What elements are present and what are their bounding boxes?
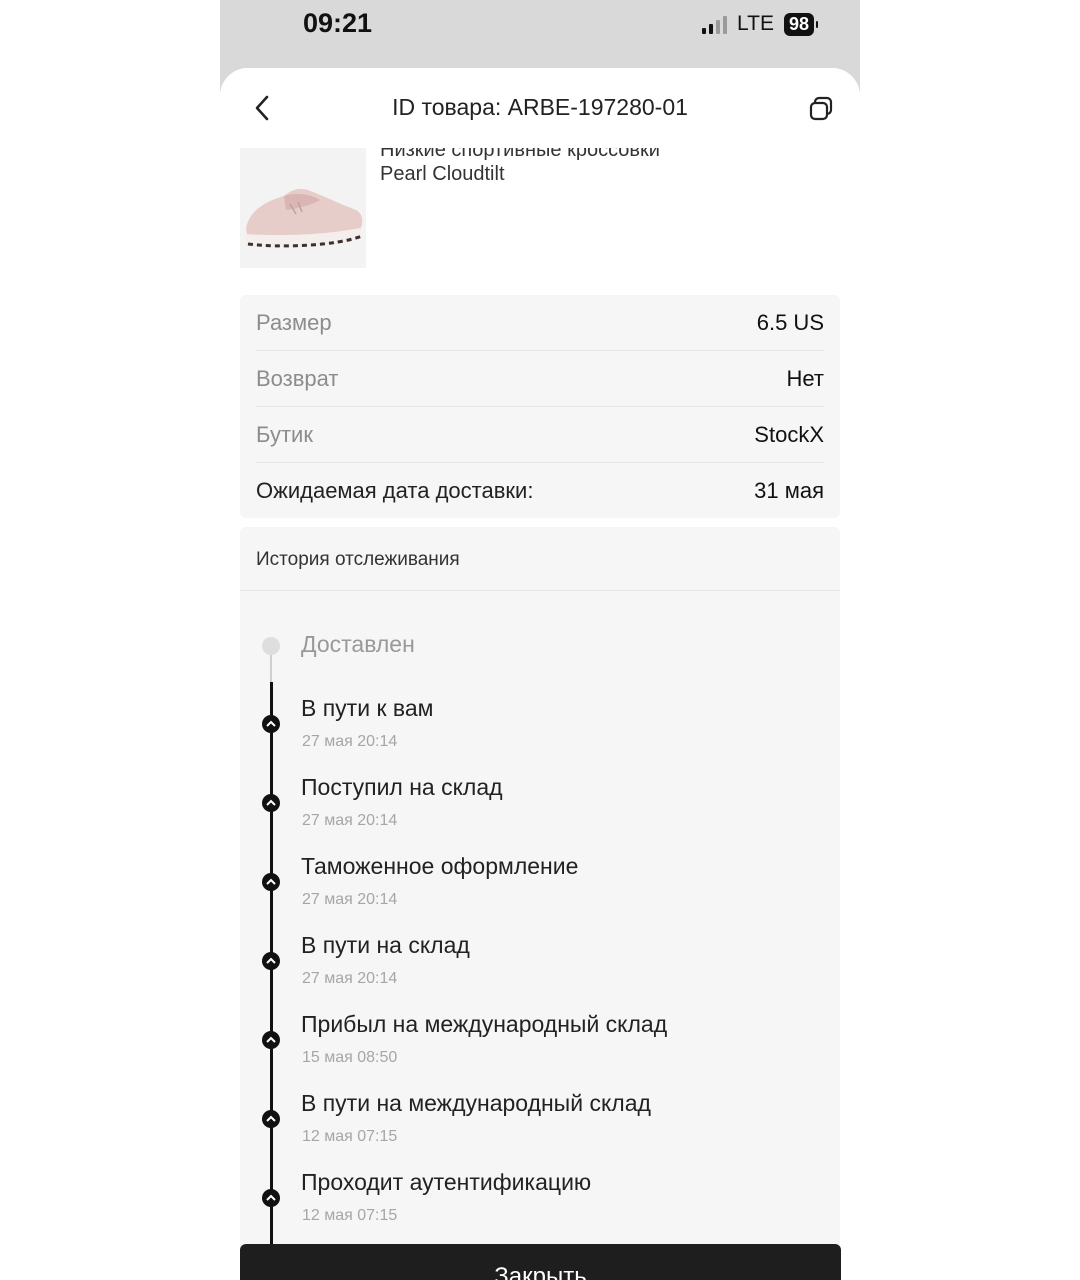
- timeline-step-title: Таможенное оформление: [301, 853, 579, 879]
- detail-label: Бутик: [256, 421, 313, 447]
- product-image: [240, 148, 366, 268]
- status-time: 09:21: [303, 8, 373, 38]
- network-label: LTE: [737, 12, 774, 35]
- step-check-icon: [262, 794, 280, 812]
- timeline-step-title: Проходит аутентификацию: [301, 1169, 592, 1195]
- timeline-step-title: Прибыл на международный склад: [301, 1011, 668, 1037]
- detail-value: Нет: [786, 365, 824, 391]
- phone-screen: 09:21 LTE 98 ID товара: ARBE-197280-01 Н…: [220, 0, 860, 1280]
- timeline-step-date: 15 мая 08:50: [302, 1049, 398, 1066]
- timeline-step-title: Доставлен: [301, 631, 415, 657]
- step-check-icon: [262, 1189, 280, 1207]
- copy-icon[interactable]: [808, 96, 834, 122]
- detail-row-size: Размер 6.5 US: [256, 295, 824, 351]
- timeline-step-title: В пути к вам: [301, 695, 434, 721]
- status-indicators: LTE 98: [702, 10, 819, 38]
- timeline-step-title: В пути на склад: [301, 932, 470, 958]
- timeline-step-date: 12 мая 07:15: [302, 1207, 398, 1224]
- timeline-step-date: 27 мая 20:14: [302, 970, 398, 987]
- step-check-icon: [262, 715, 280, 733]
- detail-value: StockX: [754, 421, 824, 447]
- product-id-title: ID товара: ARBE-197280-01: [392, 94, 688, 120]
- detail-label: Возврат: [256, 365, 339, 391]
- close-button[interactable]: Закрыть: [240, 1244, 841, 1280]
- step-check-icon: [262, 873, 280, 891]
- timeline-step-date: 27 мая 20:14: [302, 891, 398, 908]
- timeline-step-date: 27 мая 20:14: [302, 733, 398, 750]
- step-check-icon: [262, 1031, 280, 1049]
- detail-row-return: Возврат Нет: [256, 351, 824, 407]
- detail-row-delivery-date: Ожидаемая дата доставки: 31 мая: [256, 463, 824, 518]
- timeline-step-date: 12 мая 07:15: [302, 1128, 398, 1145]
- battery-icon: 98: [783, 12, 819, 36]
- timeline-step-title: Поступил на склад: [301, 774, 503, 800]
- detail-label: Размер: [256, 309, 332, 335]
- timeline-step-date: 27 мая 20:14: [302, 812, 398, 829]
- pending-step-dot: [262, 637, 280, 655]
- order-details: Размер 6.5 US Возврат Нет Бутик StockX О…: [240, 295, 840, 518]
- detail-value: 31 мая: [754, 477, 824, 503]
- tracking-history: История отслеживания Доставлен В пути к …: [240, 527, 840, 1280]
- tracking-title: История отслеживания: [240, 527, 840, 591]
- sneaker-image: [246, 188, 363, 248]
- sheet-header: ID товара: ARBE-197280-01: [220, 68, 860, 148]
- signal-icon: [702, 14, 727, 34]
- step-check-icon: [262, 1110, 280, 1128]
- detail-value: 6.5 US: [756, 309, 824, 335]
- step-check-icon: [262, 952, 280, 970]
- timeline-pending-line: [270, 650, 272, 684]
- detail-row-boutique: Бутик StockX: [256, 407, 824, 463]
- product-sheet: ID товара: ARBE-197280-01 Низкие спортив…: [220, 68, 860, 1280]
- timeline-step-title: В пути на международный склад: [301, 1090, 651, 1116]
- detail-label: Ожидаемая дата доставки:: [256, 477, 534, 503]
